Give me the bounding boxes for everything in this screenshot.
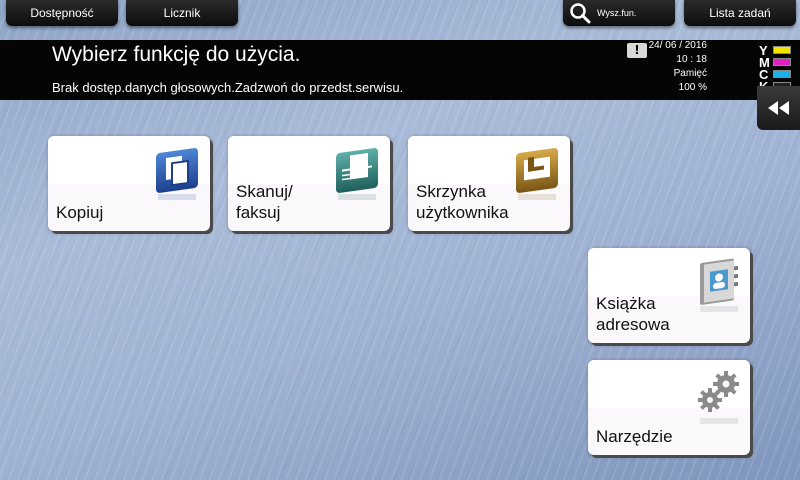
toner-yellow-bar <box>773 46 791 54</box>
job-list-tab-label: Lista zadań <box>709 6 771 20</box>
copy-tile[interactable]: Kopiuj <box>48 136 210 231</box>
scan-fax-icon <box>336 148 378 200</box>
status-time: 10 : 18 <box>676 54 707 65</box>
address-book-tile-label: Książka adresowa <box>596 294 670 334</box>
message-subtitle: Brak dostęp.danych głosowych.Zadzwoń do … <box>52 80 404 95</box>
availability-tab-label: Dostępność <box>30 6 94 20</box>
toner-magenta-bar <box>773 58 791 66</box>
status-date: 24/ 06 / 2016 <box>648 40 707 51</box>
double-chevron-left-icon <box>767 101 789 115</box>
counter-tab-label: Licznik <box>163 6 201 20</box>
user-box-tile-label: Skrzynka użytkownika <box>416 182 509 222</box>
utility-tile[interactable]: Narzędzie <box>588 360 750 455</box>
message-bar: Wybierz funkcję do użycia. Brak dostęp.d… <box>0 40 757 100</box>
status-memory-label: Pamięć <box>673 68 707 79</box>
search-icon <box>570 3 591 24</box>
scan-fax-tile-label: Skanuj/ faksuj <box>236 182 293 222</box>
user-box-tile[interactable]: Skrzynka użytkownika <box>408 136 570 231</box>
scan-fax-tile[interactable]: Skanuj/ faksuj <box>228 136 390 231</box>
collapse-button[interactable] <box>757 86 800 130</box>
search-function-tab-label: Wysz.fun. <box>597 8 637 18</box>
utility-tile-label: Narzędzie <box>596 427 673 446</box>
user-box-icon <box>516 148 558 200</box>
copy-icon <box>156 148 198 200</box>
availability-tab[interactable]: Dostępność <box>6 0 118 26</box>
status-memory-value: 100 % <box>678 82 707 93</box>
address-book-icon <box>700 258 738 312</box>
message-title: Wybierz funkcję do użycia. <box>52 43 301 66</box>
search-function-tab[interactable]: Wysz.fun. <box>563 0 675 26</box>
warning-icon[interactable]: ! <box>627 43 647 58</box>
toner-cyan-bar <box>773 70 791 78</box>
address-book-tile[interactable]: Książka adresowa <box>588 248 750 343</box>
copy-tile-label: Kopiuj <box>56 203 104 222</box>
counter-tab[interactable]: Licznik <box>126 0 238 26</box>
gears-icon <box>698 371 739 424</box>
job-list-tab[interactable]: Lista zadań <box>684 0 796 26</box>
